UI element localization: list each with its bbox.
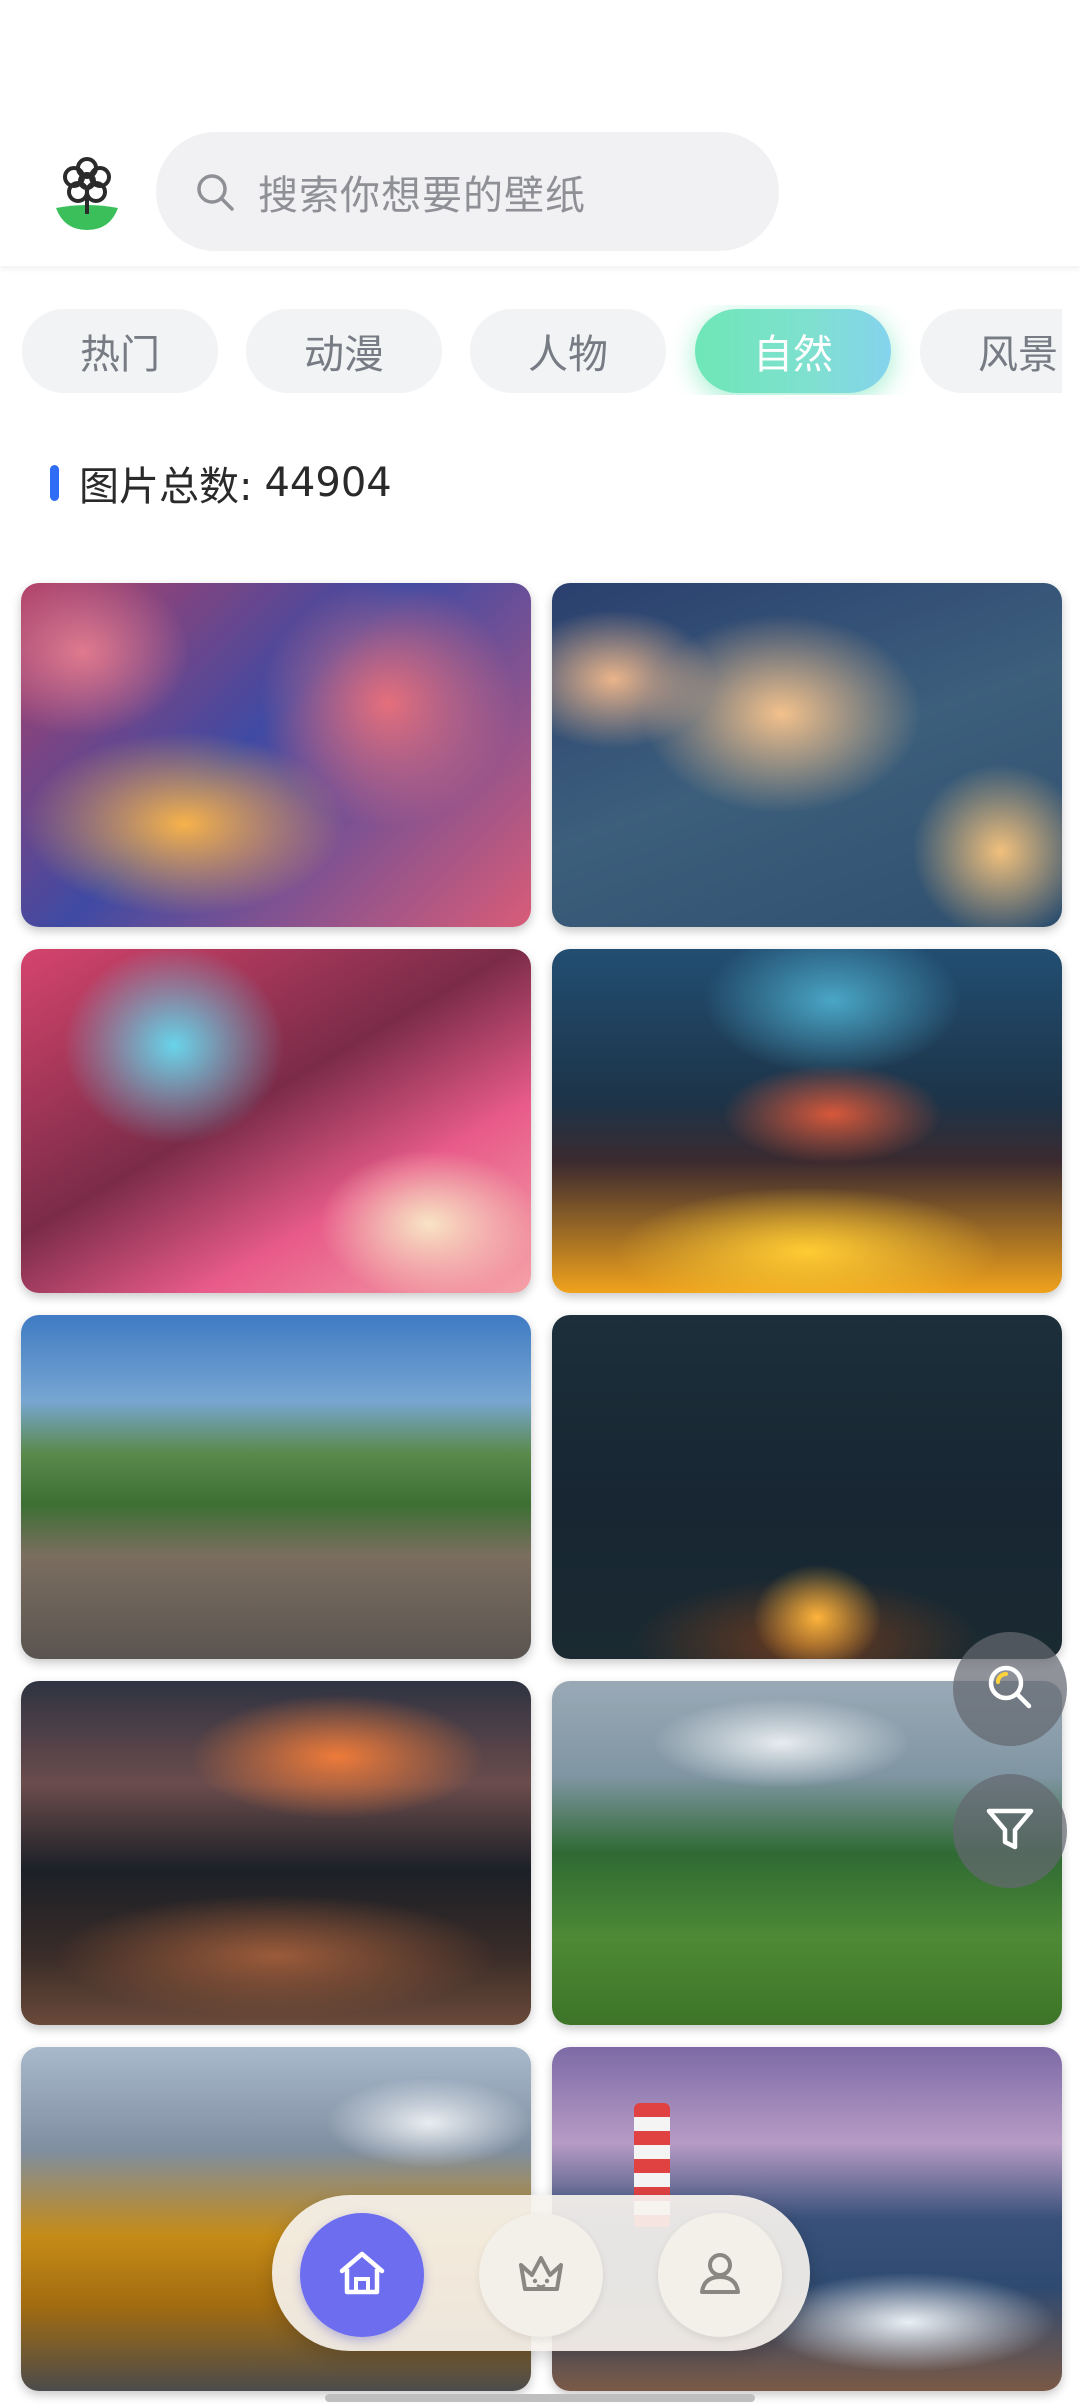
accent-bar bbox=[50, 465, 59, 501]
search-icon bbox=[194, 171, 236, 213]
home-icon bbox=[334, 2245, 390, 2305]
filter-icon bbox=[983, 1802, 1037, 1860]
tab-hot[interactable]: 热门 bbox=[22, 309, 218, 393]
wallpaper-card[interactable] bbox=[552, 949, 1062, 1293]
wallpaper-card[interactable] bbox=[21, 1681, 531, 2025]
wallpaper-card[interactable] bbox=[21, 1315, 531, 1659]
flower-logo-icon[interactable] bbox=[50, 150, 124, 234]
image-count: 图片总数: 44904 bbox=[50, 455, 392, 511]
home-gesture-bar bbox=[325, 2394, 755, 2402]
tab-nature[interactable]: 自然 bbox=[695, 309, 891, 393]
image-count-value: 44904 bbox=[264, 460, 392, 506]
tab-anime[interactable]: 动漫 bbox=[246, 309, 442, 393]
nav-home-button[interactable] bbox=[300, 2213, 424, 2337]
category-tabs: 热门 动漫 人物 自然 风景 bbox=[0, 305, 1062, 395]
wallpaper-card[interactable] bbox=[552, 583, 1062, 927]
tab-scenery[interactable]: 风景 bbox=[920, 309, 1062, 393]
tab-people[interactable]: 人物 bbox=[470, 309, 666, 393]
filter-fab[interactable] bbox=[953, 1774, 1067, 1888]
wallpaper-card[interactable] bbox=[552, 1315, 1062, 1659]
search-placeholder: 搜索你想要的壁纸 bbox=[258, 172, 586, 219]
nav-profile-button[interactable] bbox=[658, 2213, 782, 2337]
bottom-navigation bbox=[272, 2195, 810, 2351]
wallpaper-card[interactable] bbox=[21, 583, 531, 927]
crown-icon bbox=[513, 2245, 569, 2305]
search-fab[interactable] bbox=[953, 1632, 1067, 1746]
top-bar: 搜索你想要的壁纸 bbox=[0, 0, 1080, 266]
wallpaper-card[interactable] bbox=[21, 949, 531, 1293]
magnifier-icon bbox=[983, 1660, 1037, 1718]
image-count-label: 图片总数: bbox=[79, 464, 253, 510]
user-icon bbox=[692, 2245, 748, 2305]
search-input[interactable]: 搜索你想要的壁纸 bbox=[156, 132, 779, 251]
nav-vip-button[interactable] bbox=[479, 2213, 603, 2337]
